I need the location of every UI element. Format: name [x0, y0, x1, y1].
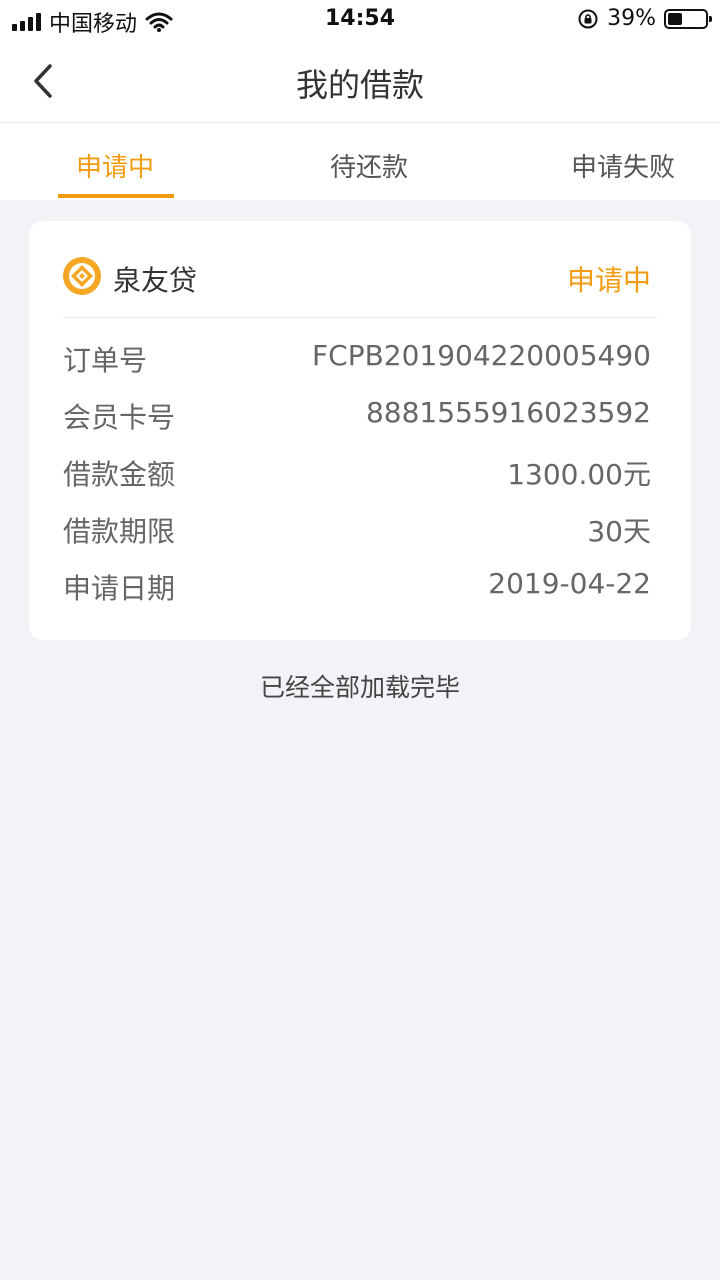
nav-bar: 我的借款: [0, 40, 720, 123]
row-value: 1300.00元: [507, 458, 651, 491]
tab-applying[interactable]: 申请中: [76, 147, 154, 184]
row-value: 2019-04-22: [488, 567, 651, 600]
row-label: 借款期限: [63, 515, 176, 548]
status-badge: 申请中: [566, 264, 651, 297]
battery-fill: [668, 12, 682, 25]
load-complete-note: 已经全部加载完毕: [259, 673, 460, 702]
loan-card-header: 泉友贷 申请中: [63, 251, 651, 307]
order-number-row: 订单号 FCPB201904220005490: [63, 339, 651, 379]
row-value: FCPB201904220005490: [312, 339, 651, 372]
loan-term-row: 借款期限 30天: [63, 510, 651, 550]
tab-application-failed[interactable]: 申请失败: [571, 147, 675, 184]
row-label: 申请日期: [63, 572, 176, 605]
row-value: 8881555916023592: [365, 396, 651, 429]
tab-pending-repayment[interactable]: 待还款: [330, 147, 408, 184]
battery-percent: 39%: [607, 6, 656, 31]
active-tab-indicator: [58, 194, 174, 198]
row-value: 30天: [587, 515, 651, 548]
lender-name: 泉友贷: [113, 264, 198, 297]
tab-bar: 申请中 待还款 申请失败: [0, 123, 720, 200]
loan-card[interactable]: 泉友贷 申请中 订单号 FCPB201904220005490 会员卡号 888…: [29, 221, 691, 640]
apply-date-row: 申请日期 2019-04-22: [63, 567, 651, 607]
loan-amount-row: 借款金额 1300.00元: [63, 453, 651, 493]
page-title: 我的借款: [295, 66, 424, 104]
row-label: 借款金额: [63, 458, 176, 491]
row-label: 订单号: [63, 344, 148, 377]
card-divider: [63, 317, 657, 318]
status-right: 39%: [577, 6, 712, 31]
battery-icon: [664, 8, 712, 29]
row-label: 会员卡号: [63, 401, 176, 434]
quanyoudai-logo-icon: [63, 257, 101, 295]
status-bar: 中国移动 14:54 39%: [0, 0, 720, 40]
member-card-row: 会员卡号 8881555916023592: [63, 396, 651, 436]
orientation-lock-icon: [578, 9, 598, 28]
